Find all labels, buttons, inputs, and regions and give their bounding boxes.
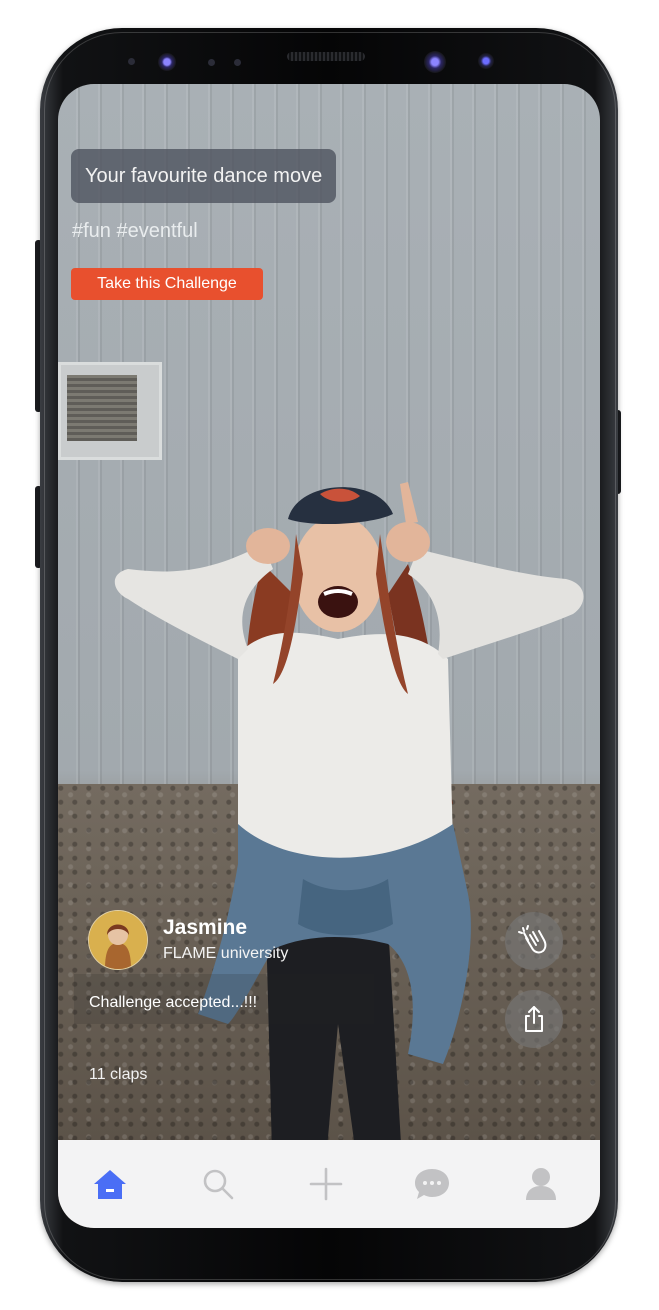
challenge-title: Your favourite dance move xyxy=(71,149,337,203)
front-sensor xyxy=(158,53,176,71)
sensor-dot xyxy=(234,59,241,66)
search-icon xyxy=(203,1169,234,1200)
nav-search[interactable] xyxy=(190,1158,246,1210)
sensor-dot xyxy=(208,59,215,66)
app-screen: Your favourite dance move #fun #eventful… xyxy=(58,84,600,1228)
chat-icon xyxy=(415,1169,449,1199)
nav-messages[interactable] xyxy=(404,1158,460,1210)
user-name: Jasmine xyxy=(163,916,248,939)
bottom-navigation xyxy=(58,1140,600,1228)
earpiece-speaker xyxy=(287,52,365,61)
user-organization: FLAME university xyxy=(163,945,289,962)
clap-count[interactable]: 11 claps xyxy=(89,1066,147,1084)
challenge-hashtags[interactable]: #fun #eventful xyxy=(72,220,198,243)
home-icon xyxy=(94,1170,126,1199)
nav-profile[interactable] xyxy=(513,1158,569,1210)
share-button[interactable] xyxy=(505,990,563,1048)
post-caption: Challenge accepted...!!! xyxy=(89,994,258,1011)
video-photo xyxy=(114,482,584,1228)
post-author[interactable]: Jasmine FLAME university xyxy=(88,910,348,972)
take-challenge-button[interactable]: Take this Challenge xyxy=(71,268,263,300)
avatar[interactable] xyxy=(88,910,148,970)
iris-scanner xyxy=(478,53,494,69)
plus-icon xyxy=(309,1167,343,1201)
sensor-dot xyxy=(128,58,135,65)
nav-home[interactable] xyxy=(82,1158,138,1210)
clap-icon xyxy=(518,925,547,954)
nav-create[interactable] xyxy=(298,1158,354,1210)
share-icon xyxy=(525,1006,543,1032)
front-camera xyxy=(424,51,446,73)
profile-icon xyxy=(526,1168,556,1200)
clap-button[interactable] xyxy=(505,912,563,970)
